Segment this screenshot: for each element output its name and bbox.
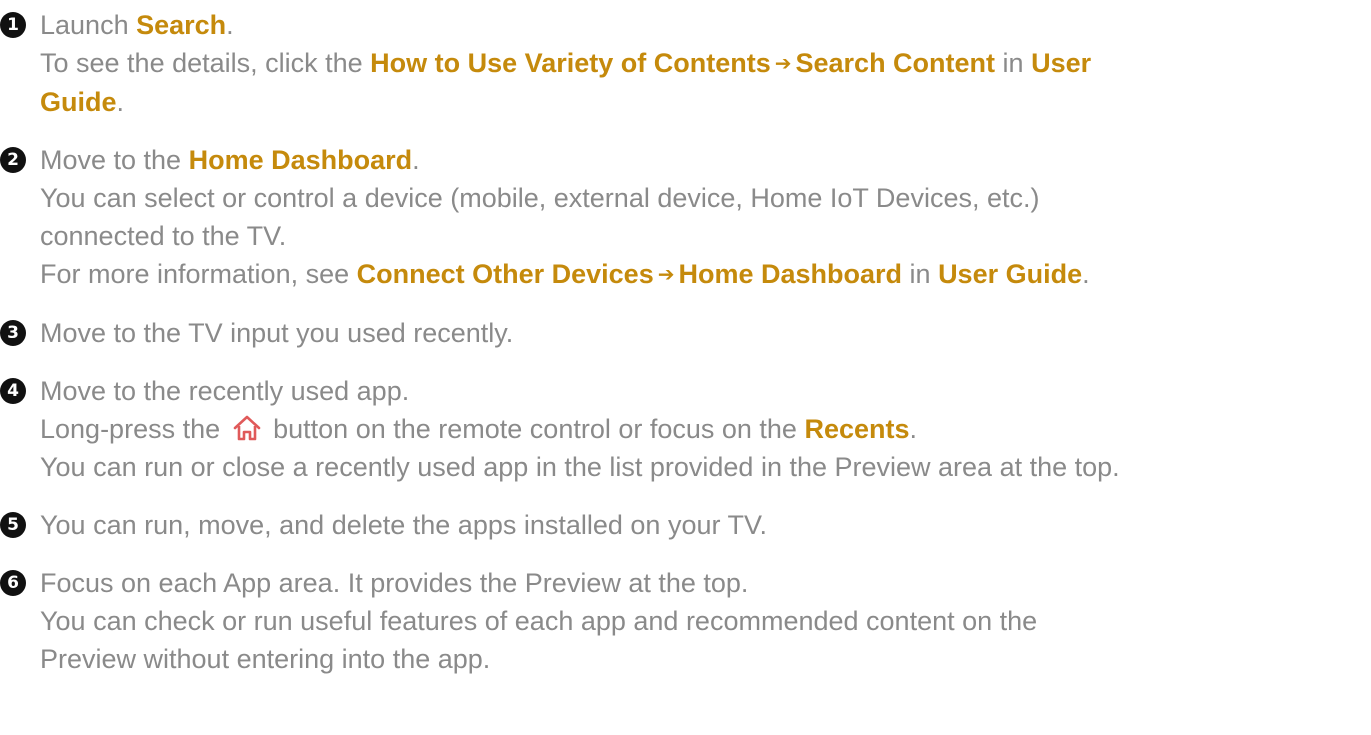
list-item: 6 Focus on each App area. It provides th… xyxy=(0,564,1371,678)
link-user-guide-cont[interactable]: Guide xyxy=(40,87,117,117)
step-number-badge: 3 xyxy=(0,320,26,346)
text: in xyxy=(902,259,939,289)
text: . xyxy=(116,87,125,117)
instruction-list: 1 Launch Search. To see the details, cli… xyxy=(0,0,1371,678)
step-line: Long-press the button on the remote cont… xyxy=(40,410,1371,448)
link-user-guide[interactable]: User xyxy=(1031,48,1091,78)
list-item: 2 Move to the Home Dashboard. You can se… xyxy=(0,141,1371,294)
step-line: Focus on each App area. It provides the … xyxy=(40,568,749,598)
text: Launch xyxy=(40,10,137,40)
text: . xyxy=(226,10,234,40)
list-item: 4 Move to the recently used app. Long-pr… xyxy=(0,372,1371,486)
step-line: You can check or run useful features of … xyxy=(40,606,1038,636)
link-home-dashboard[interactable]: Home Dashboard xyxy=(678,259,902,289)
step-number-badge: 6 xyxy=(0,570,26,596)
step-line: For more information, see Connect Other … xyxy=(40,255,1371,294)
link-home-dashboard[interactable]: Home Dashboard xyxy=(189,145,413,175)
list-item: 3 Move to the TV input you used recently… xyxy=(0,314,1371,352)
step-line: To see the details, click the How to Use… xyxy=(40,44,1371,83)
text: . xyxy=(909,414,918,444)
step-line: Move to the recently used app. xyxy=(40,376,410,406)
arrow-right-icon: ➔ xyxy=(657,264,675,286)
text: . xyxy=(412,145,420,175)
text: For more information, see xyxy=(40,259,357,289)
text: . xyxy=(1082,259,1090,289)
home-icon xyxy=(233,415,260,441)
step-line: Launch Search. xyxy=(40,6,1371,44)
link-user-guide[interactable]: User Guide xyxy=(938,259,1082,289)
step-line: Move to the Home Dashboard. xyxy=(40,141,1371,179)
text: Move to the xyxy=(40,145,189,175)
arrow-right-icon: ➔ xyxy=(774,53,792,75)
step-line: Guide. xyxy=(40,83,1371,121)
link-search-content[interactable]: Search Content xyxy=(796,48,996,78)
step-number-badge: 1 xyxy=(0,12,26,38)
step-number-badge: 5 xyxy=(0,512,26,538)
text: button on the remote control or focus on… xyxy=(265,414,805,444)
link-connect-other-devices[interactable]: Connect Other Devices xyxy=(357,259,654,289)
list-item: 1 Launch Search. To see the details, cli… xyxy=(0,6,1371,121)
step-number-badge: 2 xyxy=(0,147,26,173)
step-line: You can run, move, and delete the apps i… xyxy=(40,510,768,540)
link-recents[interactable]: Recents xyxy=(804,414,909,444)
link-how-to-use-variety[interactable]: How to Use Variety of Contents xyxy=(370,48,771,78)
step-line: connected to the TV. xyxy=(40,221,287,251)
text: in xyxy=(995,48,1032,78)
link-search[interactable]: Search xyxy=(136,10,226,40)
step-line: You can run or close a recently used app… xyxy=(40,452,1120,482)
text: To see the details, click the xyxy=(40,48,371,78)
list-item: 5 You can run, move, and delete the apps… xyxy=(0,506,1371,544)
step-line: Preview without entering into the app. xyxy=(40,644,491,674)
text: Long-press the xyxy=(40,414,228,444)
step-line: You can select or control a device (mobi… xyxy=(40,183,1040,213)
step-number-badge: 4 xyxy=(0,378,26,404)
step-line: Move to the TV input you used recently. xyxy=(40,318,514,348)
